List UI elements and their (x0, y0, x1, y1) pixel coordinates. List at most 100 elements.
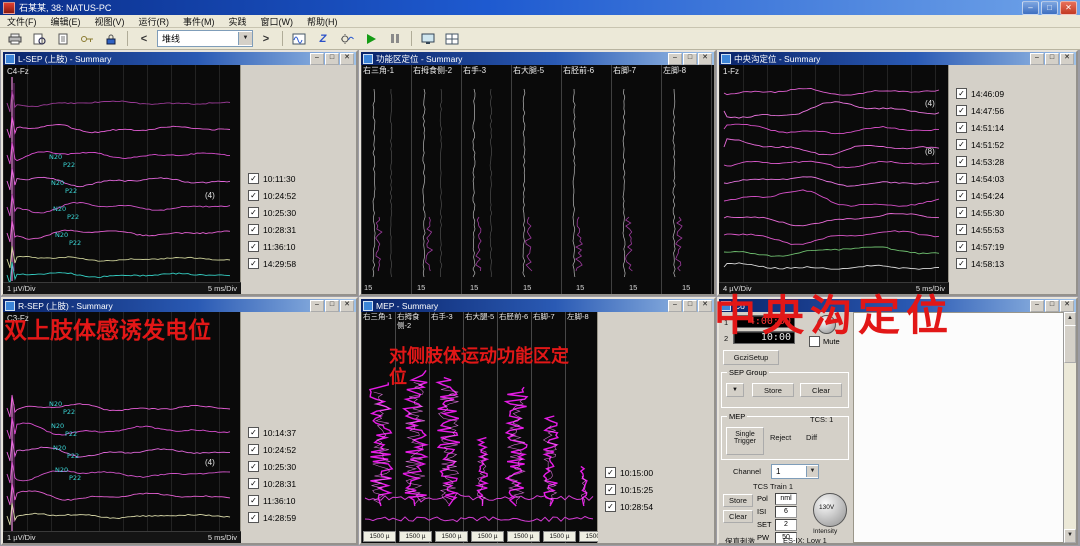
menu-item[interactable]: 窗口(W) (261, 15, 294, 28)
trace-checkbox[interactable]: ✓ (248, 461, 259, 472)
trace-select-row[interactable]: ✓10:15:25 (598, 481, 714, 498)
menu-item[interactable]: 实践 (229, 15, 247, 28)
trace-select-row[interactable]: ✓10:25:30 (241, 204, 356, 221)
trace-checkbox[interactable]: ✓ (248, 190, 259, 201)
trace-checkbox[interactable]: ✓ (956, 139, 967, 150)
trace-select-row[interactable]: ✓14:46:09 (949, 85, 1076, 102)
channel-select[interactable]: 1 ▼ (771, 464, 819, 479)
app-maximize-button[interactable]: □ (1041, 1, 1058, 15)
run-button[interactable] (360, 30, 382, 48)
trace-checkbox[interactable]: ✓ (248, 207, 259, 218)
close-button[interactable]: ✕ (698, 53, 712, 65)
trace-select-row[interactable]: ✓14:54:24 (949, 187, 1076, 204)
back-button[interactable]: < (133, 30, 155, 48)
close-button[interactable]: ✕ (340, 53, 354, 65)
reject-label[interactable]: Reject (770, 433, 791, 442)
app-close-button[interactable]: ✕ (1060, 1, 1077, 15)
close-button[interactable]: ✕ (1060, 53, 1074, 65)
trace-checkbox[interactable]: ✓ (956, 207, 967, 218)
key-button[interactable] (76, 30, 98, 48)
param-value[interactable]: 6 (775, 506, 797, 518)
trace-checkbox[interactable]: ✓ (248, 495, 259, 506)
trace-checkbox[interactable]: ✓ (956, 190, 967, 201)
trace-select-row[interactable]: ✓14:57:19 (949, 238, 1076, 255)
montage-dropdown-arrow-icon[interactable]: ▼ (238, 32, 252, 45)
document-button[interactable] (52, 30, 74, 48)
trace-select-row[interactable]: ✓10:11:30 (241, 170, 356, 187)
setup-button[interactable]: GcziSetup (723, 350, 779, 365)
scroll-thumb[interactable] (1064, 325, 1076, 363)
trace-checkbox[interactable]: ✓ (248, 224, 259, 235)
trace-select-row[interactable]: ✓10:28:31 (241, 221, 356, 238)
trace-select-row[interactable]: ✓11:36:10 (241, 492, 356, 509)
trace-checkbox[interactable]: ✓ (248, 478, 259, 489)
trace-checkbox[interactable]: ✓ (956, 173, 967, 184)
trace-select-row[interactable]: ✓14:47:56 (949, 102, 1076, 119)
trace-checkbox[interactable]: ✓ (956, 88, 967, 99)
diff-label[interactable]: Diff (806, 433, 817, 442)
trace-select-row[interactable]: ✓10:15:00 (598, 464, 714, 481)
channel-dropdown-arrow-icon[interactable]: ▼ (806, 466, 818, 477)
trace-checkbox[interactable]: ✓ (248, 258, 259, 269)
trace-checkbox[interactable]: ✓ (956, 258, 967, 269)
store-button[interactable]: Store (723, 494, 753, 507)
trace-checkbox[interactable]: ✓ (248, 444, 259, 455)
trace-select-row[interactable]: ✓11:36:10 (241, 238, 356, 255)
vertical-scrollbar[interactable]: ▲ ▼ (1063, 312, 1076, 543)
sep-store-button[interactable]: Store (752, 383, 794, 397)
window-titlebar[interactable]: MEP - Summary – □ ✕ (361, 299, 714, 312)
trace-select-row[interactable]: ✓14:28:59 (241, 509, 356, 526)
trace-checkbox[interactable]: ✓ (956, 122, 967, 133)
trace-select-row[interactable]: ✓14:55:30 (949, 204, 1076, 221)
scroll-down-icon[interactable]: ▼ (1064, 529, 1076, 543)
trace-checkbox[interactable]: ✓ (605, 501, 616, 512)
minimize-button[interactable]: – (310, 300, 324, 312)
trace-select-row[interactable]: ✓14:53:28 (949, 153, 1076, 170)
param-value[interactable]: 2 (775, 519, 797, 531)
minimize-button[interactable]: – (668, 300, 682, 312)
trace-select-row[interactable]: ✓14:54:03 (949, 170, 1076, 187)
window-titlebar[interactable]: R-SEP (上肢) - Summary – □ ✕ (3, 299, 356, 312)
maximize-button[interactable]: □ (683, 53, 697, 65)
trace-checkbox[interactable]: ✓ (605, 467, 616, 478)
menu-item[interactable]: 编辑(E) (51, 15, 81, 28)
window-titlebar[interactable]: 中央沟定位 - Summary – □ ✕ (719, 52, 1076, 65)
param-value[interactable]: nml (775, 493, 797, 505)
menu-item[interactable]: 事件(M) (183, 15, 215, 28)
montage-select[interactable]: 堆线 ▼ (157, 30, 253, 47)
trace-select-row[interactable]: ✓14:51:14 (949, 119, 1076, 136)
trace-checkbox[interactable]: ✓ (605, 484, 616, 495)
pause-button[interactable] (384, 30, 406, 48)
trace-checkbox[interactable]: ✓ (248, 173, 259, 184)
maximize-button[interactable]: □ (1045, 53, 1059, 65)
close-button[interactable]: ✕ (1060, 300, 1074, 312)
trace-checkbox[interactable]: ✓ (956, 241, 967, 252)
trace-checkbox[interactable]: ✓ (248, 241, 259, 252)
maximize-button[interactable]: □ (683, 300, 697, 312)
single-trigger-button[interactable]: Single Trigger (726, 427, 764, 455)
minimize-button[interactable]: – (310, 53, 324, 65)
trace-checkbox[interactable]: ✓ (956, 105, 967, 116)
trace-checkbox[interactable]: ✓ (956, 224, 967, 235)
layout-grid-button[interactable] (441, 30, 463, 48)
window-titlebar[interactable]: L-SEP (上肢) - Summary – □ ✕ (3, 52, 356, 65)
trace-select-row[interactable]: ✓14:29:58 (241, 255, 356, 272)
trace-checkbox[interactable]: ✓ (248, 427, 259, 438)
window-titlebar[interactable]: 功能区定位 - Summary – □ ✕ (361, 52, 714, 65)
impedance-button[interactable]: Z (312, 30, 334, 48)
menu-item[interactable]: 文件(F) (7, 15, 37, 28)
maximize-button[interactable]: □ (1045, 300, 1059, 312)
menu-item[interactable]: 视图(V) (95, 15, 125, 28)
app-titlebar[interactable]: 石某某, 38: NATUS-PC – □ ✕ (0, 0, 1080, 15)
app-minimize-button[interactable]: – (1022, 1, 1039, 15)
trace-select-row[interactable]: ✓10:28:31 (241, 475, 356, 492)
trace-checkbox[interactable]: ✓ (956, 156, 967, 167)
menu-item[interactable]: 帮助(H) (307, 15, 338, 28)
trace-select-row[interactable]: ✓14:55:53 (949, 221, 1076, 238)
menu-item[interactable]: 运行(R) (139, 15, 170, 28)
maximize-button[interactable]: □ (325, 300, 339, 312)
stim-settings-button[interactable] (336, 30, 358, 48)
minimize-button[interactable]: – (1030, 53, 1044, 65)
trace-select-row[interactable]: ✓10:28:54 (598, 498, 714, 515)
maximize-button[interactable]: □ (325, 53, 339, 65)
